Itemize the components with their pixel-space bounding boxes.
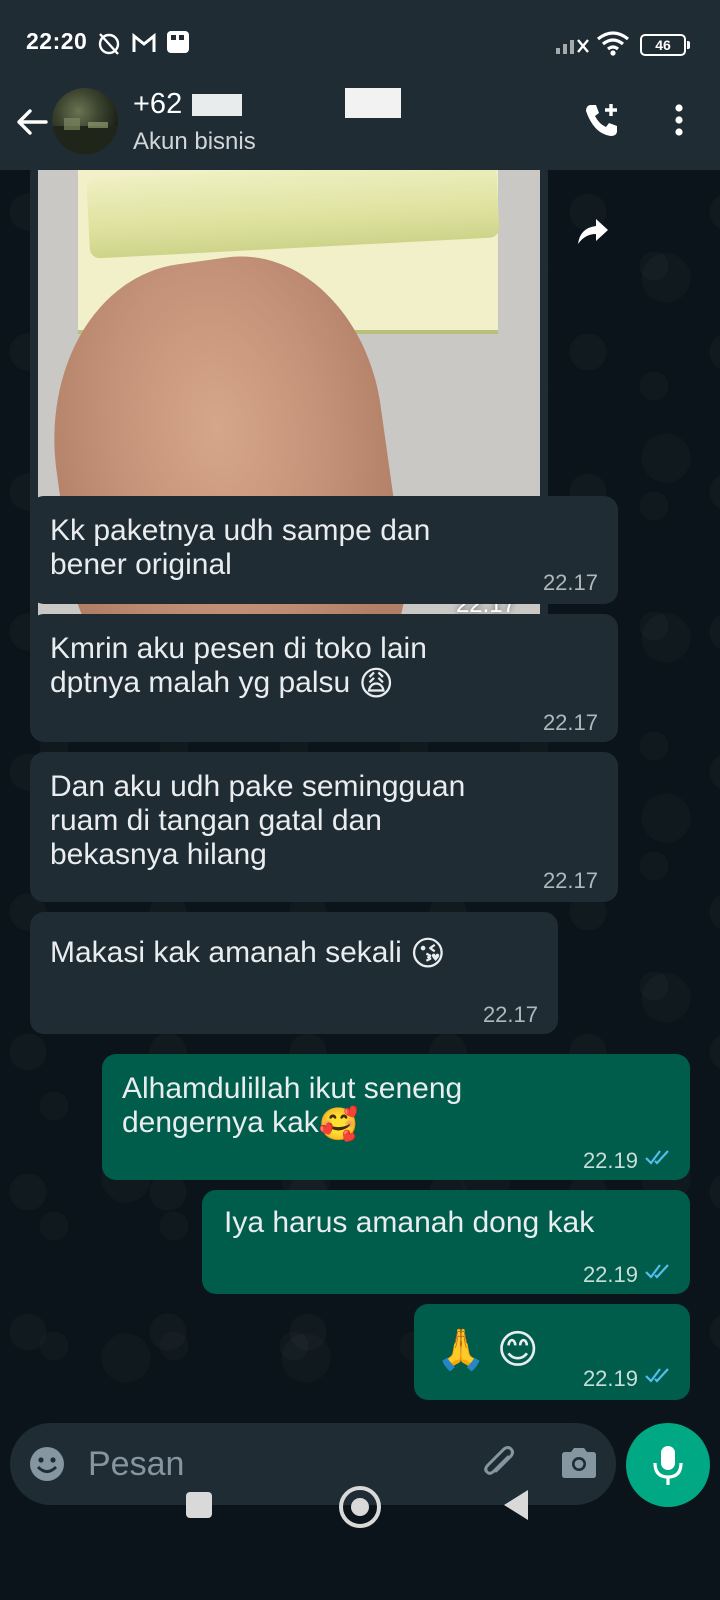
message-input[interactable]: Pesan <box>88 1445 184 1484</box>
chat-header: +62 Akun bisnis <box>0 80 720 170</box>
camera-icon[interactable] <box>558 1443 600 1483</box>
recents-button[interactable] <box>186 1492 212 1518</box>
emoji-message: 🙏 😊 <box>436 1328 539 1372</box>
message-time: 22.17 <box>542 710 598 735</box>
contact-subtitle: Akun bisnis <box>133 128 256 155</box>
message-time: 22.19 <box>582 1148 638 1173</box>
read-ticks-icon <box>645 1264 669 1279</box>
mic-button[interactable] <box>626 1423 710 1507</box>
message-text: Iya harus amanah dong kak <box>224 1206 595 1239</box>
more-options-icon[interactable] <box>664 100 694 140</box>
message-time: 22.19 <box>582 1366 638 1391</box>
back-button[interactable] <box>504 1490 528 1520</box>
status-time: 22:20 <box>26 28 88 54</box>
message-text: Makasi kak amanah sekali 😘 <box>50 935 446 974</box>
message-text: Dan aku udh pake semingguan ruam di tang… <box>50 770 466 871</box>
incoming-message[interactable]: Kmrin aku pesen di toko lain dptnya mala… <box>30 614 618 742</box>
message-text: Kmrin aku pesen di toko lain dptnya mala… <box>50 632 427 704</box>
contact-avatar[interactable] <box>52 88 118 154</box>
chat-messages[interactable]: 22.17 Kk paketnya udh sampe dan bener or… <box>0 170 720 1410</box>
outgoing-message[interactable]: Iya harus amanah dong kak 22.19 <box>202 1190 690 1294</box>
microphone-icon <box>653 1446 683 1485</box>
contact-name[interactable]: +62 <box>133 88 182 121</box>
message-time: 22.19 <box>582 1262 638 1287</box>
redaction-block <box>345 88 401 118</box>
message-time: 22.17 <box>542 868 598 893</box>
system-nav-bar <box>0 1520 720 1600</box>
message-time: 22.17 <box>482 1002 538 1027</box>
emoji-icon[interactable] <box>28 1445 66 1483</box>
status-bar: 22:20 46 <box>0 0 720 80</box>
smiling-hearts-emoji: 🥰 <box>318 1106 359 1143</box>
read-ticks-icon <box>645 1150 669 1165</box>
message-text: Alhamdulillah ikut seneng dengernya kak🥰 <box>122 1072 463 1143</box>
gmail-icon <box>132 32 156 52</box>
forward-icon[interactable] <box>574 214 610 250</box>
incoming-message[interactable]: Dan aku udh pake semingguan ruam di tang… <box>30 752 618 902</box>
attach-icon[interactable] <box>480 1443 520 1483</box>
outgoing-message[interactable]: Alhamdulillah ikut seneng dengernya kak🥰… <box>102 1054 690 1180</box>
wifi-icon <box>597 31 629 56</box>
add-call-icon[interactable] <box>582 100 622 140</box>
message-time: 22.17 <box>542 570 598 595</box>
redaction-block <box>192 94 242 116</box>
home-button[interactable] <box>339 1486 381 1528</box>
gallery-icon <box>167 31 189 53</box>
signal-icon <box>556 39 589 54</box>
weary-face-emoji: 😩 <box>358 665 394 704</box>
incoming-message[interactable]: Kk paketnya udh sampe dan bener original… <box>30 496 618 604</box>
kissing-face-emoji: 😘 <box>410 935 446 974</box>
alarm-off-icon <box>98 33 120 55</box>
outgoing-message[interactable]: 🙏 😊 22.19 <box>414 1304 690 1400</box>
incoming-message[interactable]: Makasi kak amanah sekali 😘 22.17 <box>30 912 558 1034</box>
battery-indicator: 46 <box>640 34 690 56</box>
message-text: Kk paketnya udh sampe dan bener original <box>50 514 431 581</box>
read-ticks-icon <box>645 1368 669 1383</box>
back-arrow-icon[interactable] <box>14 104 50 140</box>
